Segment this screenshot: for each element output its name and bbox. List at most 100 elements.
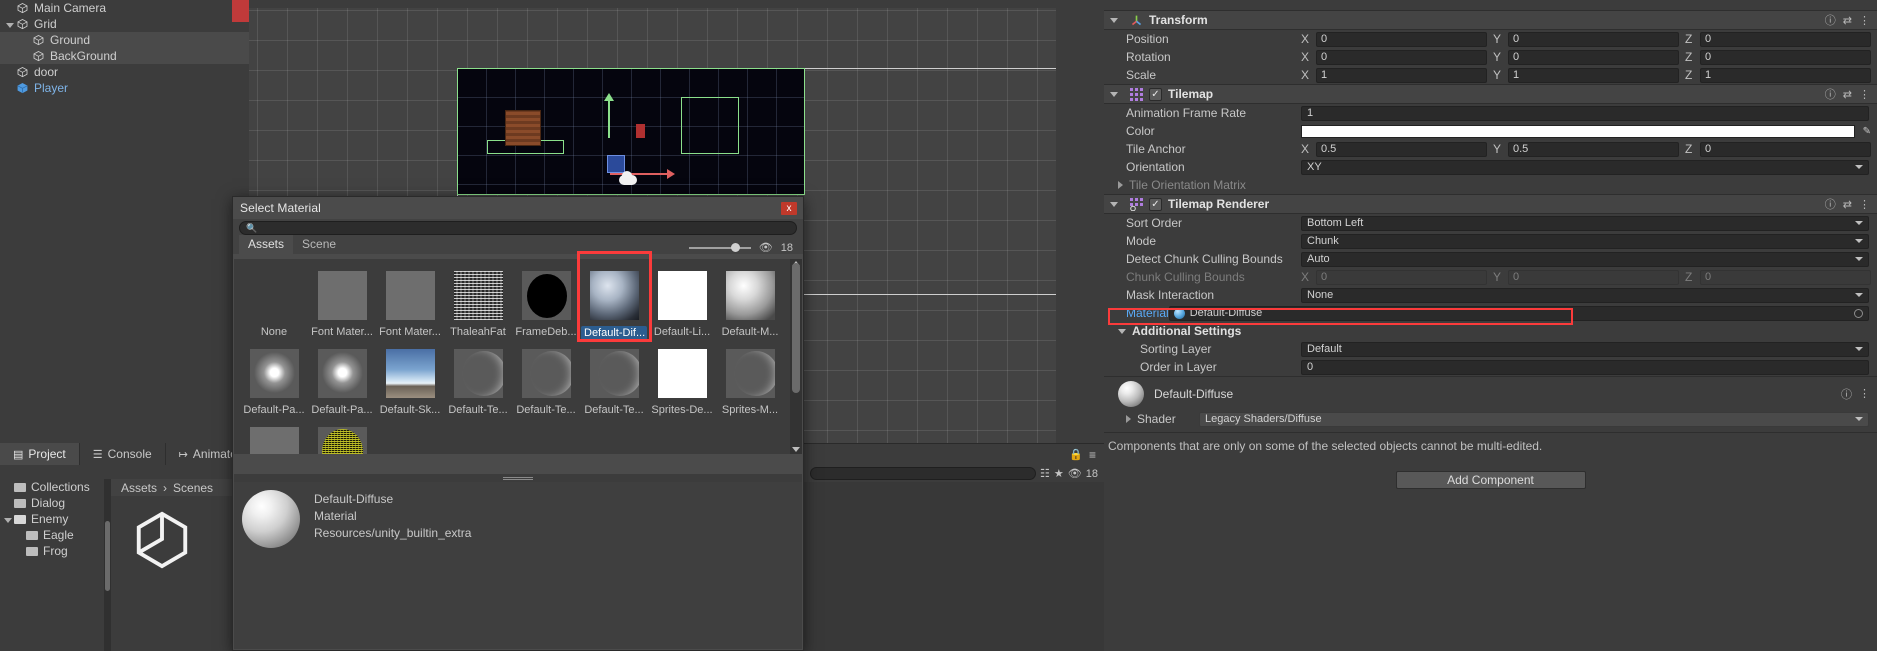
chevron-down-icon[interactable] [4,517,12,523]
transform-component-header[interactable]: Transform ⓘ ⇄ ⋮ [1104,10,1877,30]
close-icon[interactable]: x [781,202,797,215]
material-item[interactable]: Default-Pa... [240,343,308,421]
unity-scene-asset-icon[interactable] [131,508,193,570]
material-grid-viewport[interactable]: None Font Mater... Font Mater... ThaleahFat… [234,259,802,454]
star-icon[interactable]: ★ [1054,467,1064,480]
dialog-search-input[interactable]: 🔍 [239,221,797,235]
hierarchy-panel[interactable]: Main Camera Grid Ground BackGround door Playe… [0,0,249,443]
dialog-title-bar[interactable]: Select Material x [233,197,803,219]
dialog-splitter[interactable] [234,474,802,482]
material-item[interactable]: Default-Li... [648,265,716,343]
more-menu-icon[interactable]: ⋮ [1859,88,1870,101]
gizmo-y-axis[interactable] [604,93,614,138]
thumbnail-size-slider[interactable] [688,242,751,252]
tile-orientation-matrix-foldout[interactable]: Tile Orientation Matrix [1104,176,1877,194]
menu-icon[interactable]: ≡ [1089,448,1096,462]
material-grid-scroll-thumb[interactable] [792,263,800,393]
material-item[interactable]: Default-Te... [512,343,580,421]
material-item[interactable]: Default-Dif... [580,265,648,343]
breadcrumb-scenes[interactable]: Scenes [173,481,213,495]
material-object-field[interactable]: Default-Diffuse [1168,305,1869,321]
tab-project[interactable]: ▤ Project [0,443,80,465]
tile-anchor-z[interactable]: 0 [1700,141,1871,157]
material-item[interactable]: Sprites-De... [648,343,716,421]
splitter-grip[interactable] [503,476,533,480]
chevron-right-icon[interactable] [1118,181,1123,189]
shader-dropdown[interactable]: Legacy Shaders/Diffuse [1199,411,1869,427]
sort-order-dropdown[interactable]: Bottom Left [1301,215,1869,231]
material-item[interactable]: FrameDeb... [512,265,580,343]
project-folder-enemy[interactable]: Enemy [0,511,104,527]
transform-scale-x[interactable]: 1 [1316,67,1487,83]
material-item[interactable]: None [240,265,308,343]
transform-scale-y[interactable]: 1 [1508,67,1679,83]
transform-scale-row[interactable]: Scale X 1 Y 1 Z 1 [1104,66,1877,84]
chevron-right-icon[interactable] [1126,415,1131,423]
help-icon[interactable]: ⓘ [1825,86,1836,102]
project-search-input[interactable] [810,467,1037,480]
transform-position-row[interactable]: Position X 0 Y 0 Z 0 [1104,30,1877,48]
project-folder-collections[interactable]: Collections [0,479,104,495]
hierarchy-item-player[interactable]: Player [0,80,249,96]
tilemap-component-header[interactable]: ✓ Tilemap ⓘ ⇄ ⋮ [1104,84,1877,104]
tile-anchor-y[interactable]: 0.5 [1508,141,1679,157]
slider-knob[interactable] [730,242,740,252]
preset-icon[interactable]: ⇄ [1843,88,1852,101]
sorting-layer-dropdown[interactable]: Default [1301,341,1869,357]
select-material-dialog[interactable]: Select Material x 🔍 Assets Scene 👁 18 Non… [232,196,804,651]
hierarchy-item-door[interactable]: door [0,64,249,80]
project-tree-scrollbar[interactable] [104,479,111,651]
eyedropper-icon[interactable]: ✎ [1863,126,1871,137]
more-menu-icon[interactable]: ⋮ [1859,198,1870,211]
material-row[interactable]: Material Default-Diffuse [1104,304,1877,322]
transform-rows[interactable]: Position X 0 Y 0 Z 0 Rotation X 0 Y 0 Z 0 Scale X 1 Y 1 Z 1 [1104,30,1877,84]
chevron-down-icon[interactable] [1118,328,1126,334]
scroll-down-icon[interactable] [792,447,800,452]
orientation-row[interactable]: Orientation XY [1104,158,1877,176]
order-in-layer-input[interactable]: 0 [1301,359,1869,375]
help-icon[interactable]: ⓘ [1825,12,1836,28]
lock-icon[interactable]: 🔒 [1069,448,1083,461]
transform-rotation-z[interactable]: 0 [1700,49,1871,65]
material-item[interactable]: Default-Te... [580,343,648,421]
project-folder-tree[interactable]: Collections Dialog Enemy Eagle Frog [0,479,104,651]
color-swatch[interactable] [1301,124,1855,138]
material-item[interactable]: Default-Sk... [376,343,444,421]
material-item[interactable]: Sprites-M... [716,343,784,421]
project-search-bar[interactable]: ☷ ★ 👁 18 [804,465,1104,482]
project-tree-scroll-thumb[interactable] [105,521,110,591]
transform-rotation-x[interactable]: 0 [1316,49,1487,65]
detect-chunk-dropdown[interactable]: Auto [1301,251,1869,267]
material-asset-header[interactable]: Default-Diffuse ⓘ ⋮ [1104,376,1877,410]
chevron-down-icon[interactable] [1110,91,1118,97]
scene-bottom-bar[interactable]: 🔒 ≡ [804,443,1104,465]
chevron-down-icon[interactable] [1110,17,1118,23]
more-menu-icon[interactable]: ⋮ [1859,387,1870,400]
object-picker-icon[interactable] [1854,308,1863,318]
chevron-down-icon[interactable] [1110,201,1118,207]
mask-interaction-dropdown[interactable]: None [1301,287,1869,303]
add-component-button[interactable]: Add Component [1395,471,1586,489]
breadcrumb-assets[interactable]: Assets [121,481,157,495]
tab-console[interactable]: ☰ Console [80,443,166,465]
help-icon[interactable]: ⓘ [1825,196,1836,212]
material-item[interactable]: Font Mater... [308,265,376,343]
material-grid-scrollbar[interactable] [790,259,802,454]
dialog-tab-assets[interactable]: Assets [239,235,294,254]
preset-icon[interactable]: ⇄ [1843,198,1852,211]
dialog-thumbnail-size-row[interactable]: 👁 18 [688,241,793,254]
search-field[interactable] [261,222,796,234]
orientation-dropdown[interactable]: XY [1301,159,1869,175]
transform-rotation-y[interactable]: 0 [1508,49,1679,65]
transform-position-y[interactable]: 0 [1508,31,1679,47]
tilemap-color-row[interactable]: Color ✎ [1104,122,1877,140]
sorting-layer-row[interactable]: Sorting Layer Default [1104,340,1877,358]
tile-anchor-row[interactable]: Tile Anchor X 0.5 Y 0.5 Z0 [1104,140,1877,158]
preset-icon[interactable]: ⇄ [1843,14,1852,27]
tile-anchor-x[interactable]: 0.5 [1316,141,1487,157]
animation-frame-rate-input[interactable]: 1 [1301,105,1869,121]
transform-position-x[interactable]: 0 [1316,31,1487,47]
mask-interaction-row[interactable]: Mask Interaction None [1104,286,1877,304]
animation-frame-rate-row[interactable]: Animation Frame Rate 1 [1104,104,1877,122]
shader-row[interactable]: Shader Legacy Shaders/Diffuse [1104,410,1877,428]
